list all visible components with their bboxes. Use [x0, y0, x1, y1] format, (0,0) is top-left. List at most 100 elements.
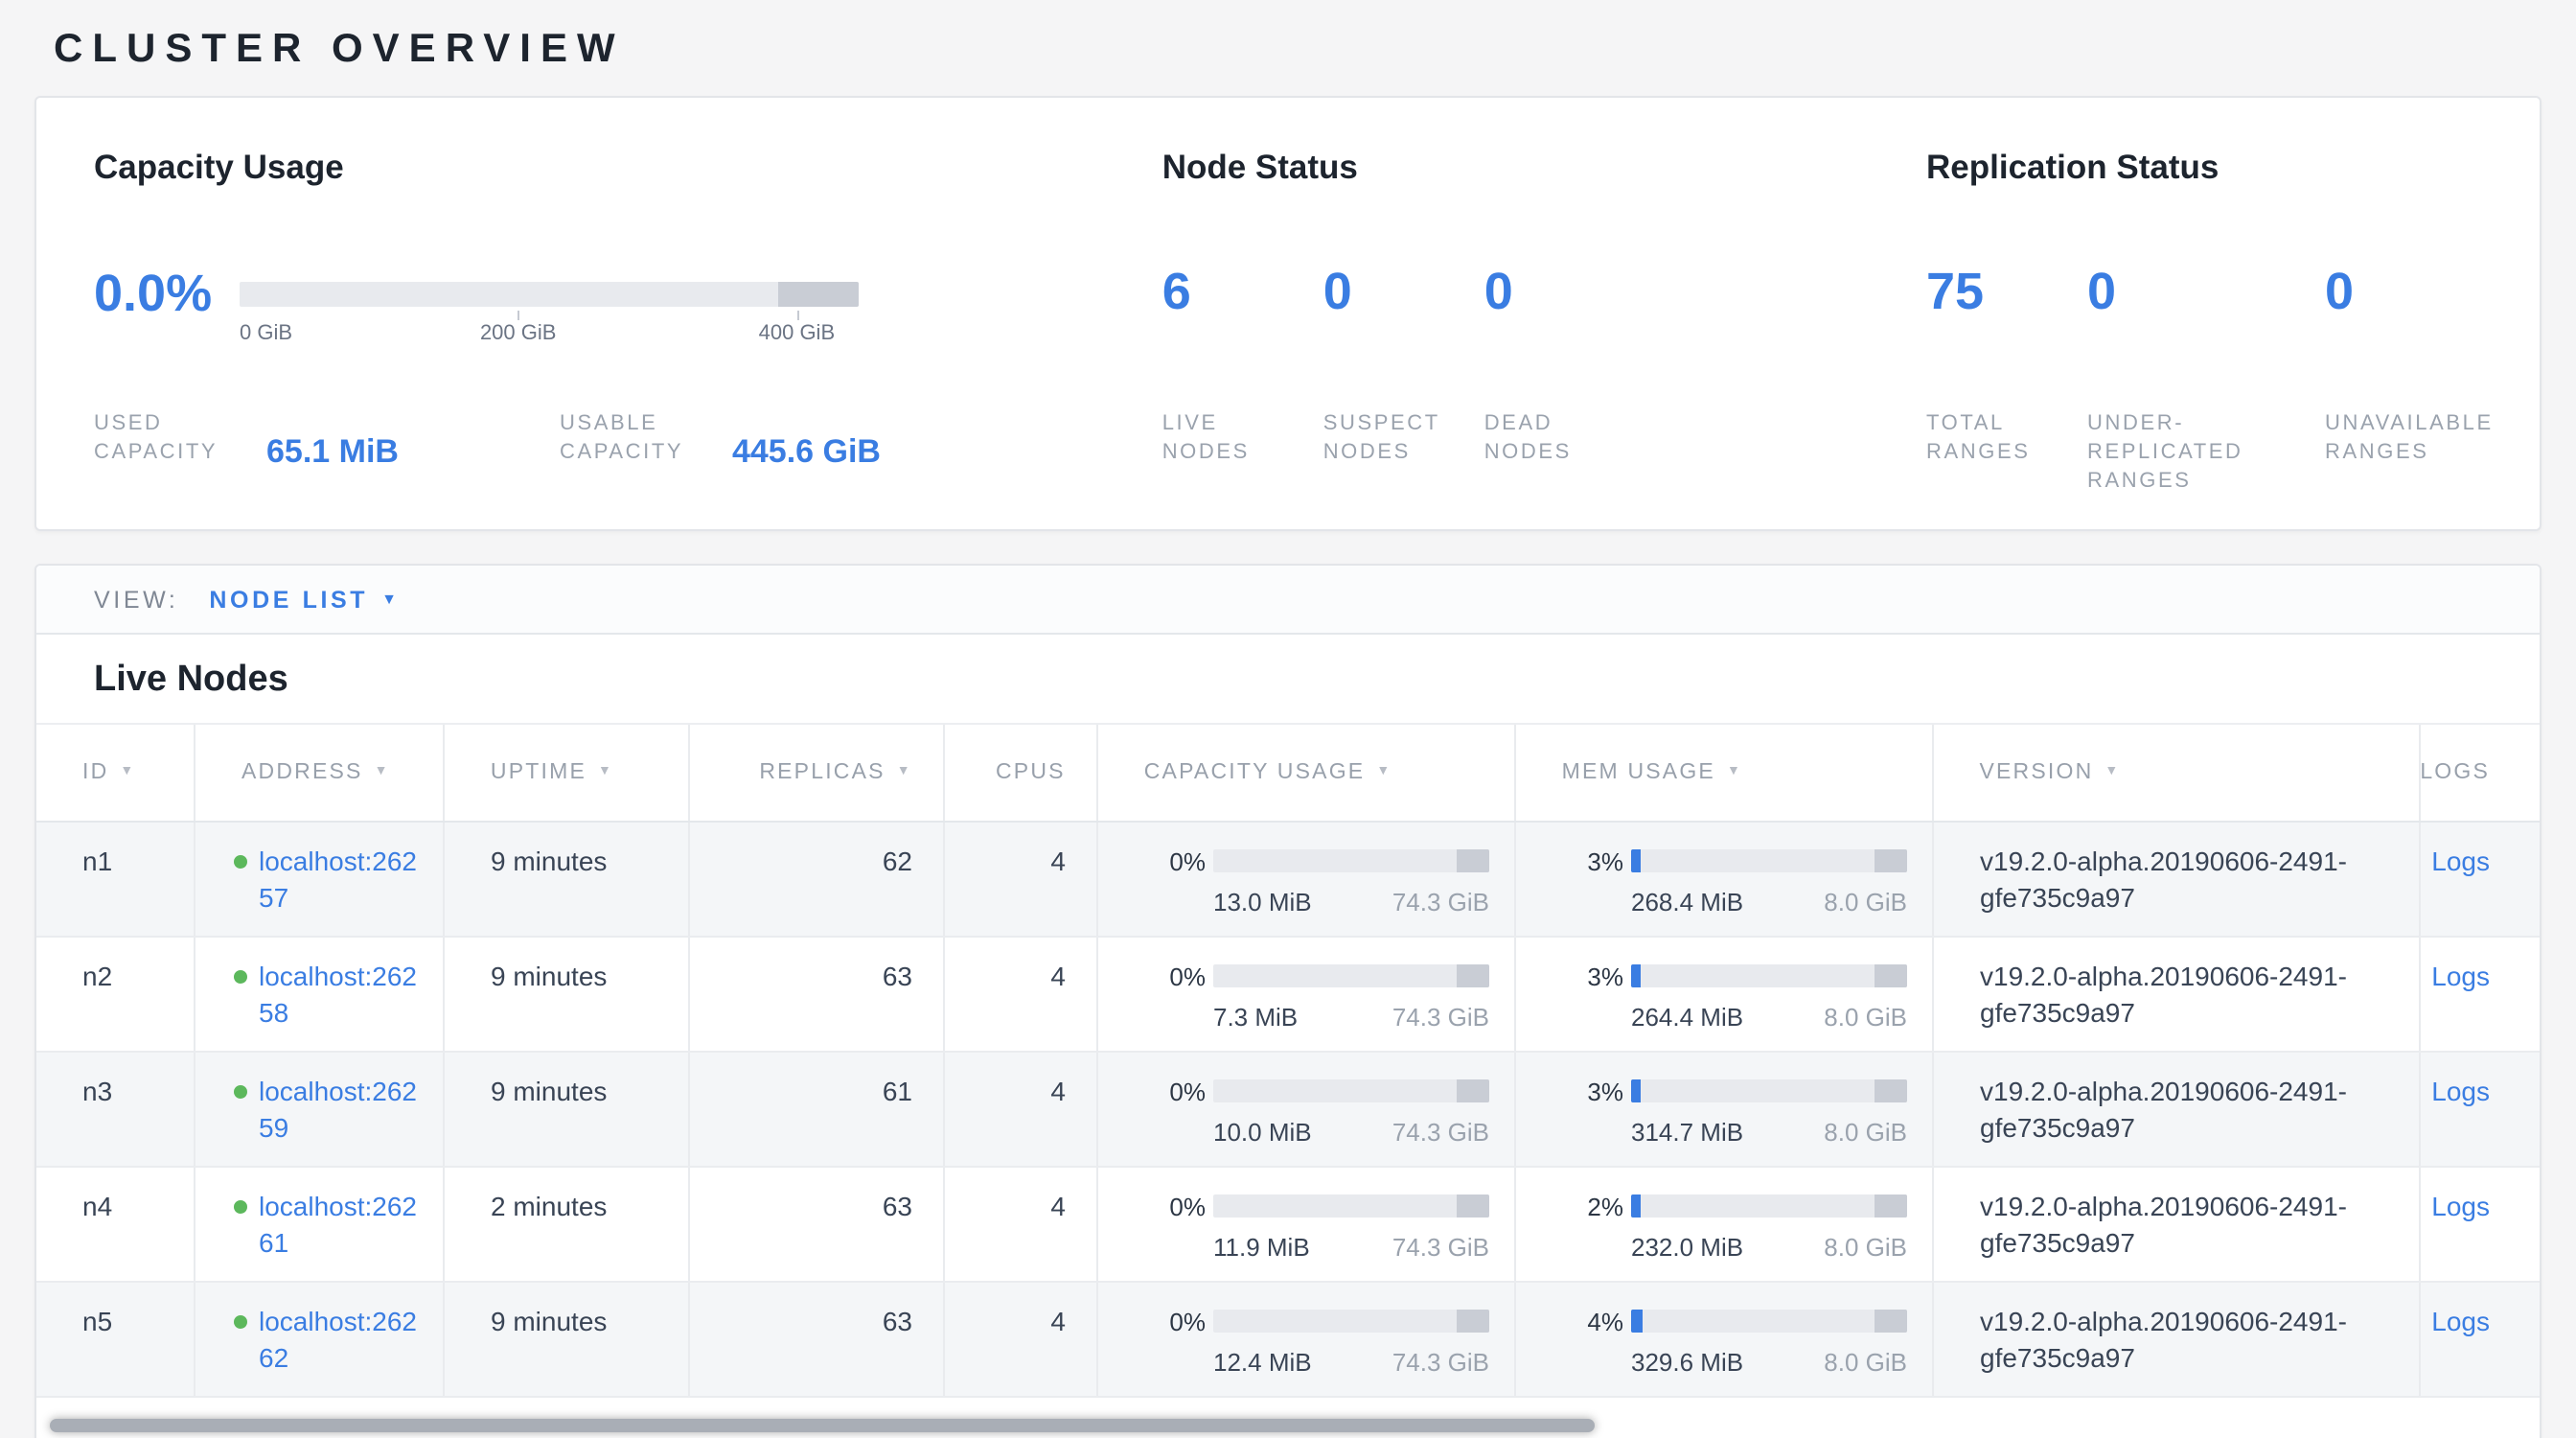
node-address-link[interactable]: localhost:26261	[259, 1189, 424, 1262]
replication-status-stats: 75TOTAL RANGES0UNDER-REPLICATED RANGES0U…	[1926, 263, 2540, 497]
cell-version: v19.2.0-alpha.20190606-2491-gfe735c9a97	[1932, 1053, 2419, 1166]
table-row: n4localhost:262612 minutes6340%11.9 MiB7…	[36, 1168, 2540, 1283]
node-address-link[interactable]: localhost:26258	[259, 959, 424, 1032]
used-capacity-stat: USED CAPACITY 65.1 MiB	[94, 410, 399, 468]
view-selector[interactable]: NODE LIST ▼	[209, 586, 400, 613]
capacity-usage-section: Capacity Usage 0.0% 0 GiB 200 GiB 400 Gi…	[94, 148, 1162, 529]
live-status-dot-icon	[234, 1085, 247, 1099]
sort-caret-icon: ▼	[375, 764, 390, 777]
column-header-id[interactable]: ID ▼	[36, 725, 194, 821]
column-header-replicas[interactable]: REPLICAS▼	[688, 725, 943, 821]
meter-percent: 0%	[1144, 843, 1206, 879]
meter-bar-row: 3%	[1562, 842, 1917, 880]
bar-reserved-segment	[1874, 849, 1907, 872]
cell-mem: 3%314.7 MiB8.0 GiB	[1514, 1053, 1932, 1166]
summary-stat-value: 0	[1484, 263, 1645, 324]
node-address-link[interactable]: localhost:26259	[259, 1074, 424, 1147]
bar-reserved-segment	[1874, 1194, 1907, 1218]
node-address-link[interactable]: localhost:26262	[259, 1304, 424, 1377]
meter-bar-row: 0%	[1144, 1187, 1499, 1225]
capacity-bar-reserved-segment	[778, 281, 859, 306]
column-header-label: ADDRESS	[242, 761, 363, 784]
column-header-label: VERSION	[1979, 761, 2093, 784]
summary-stat: 0SUSPECT NODES	[1323, 263, 1484, 468]
meter-bar-row: 0%	[1144, 1302, 1499, 1340]
sort-caret-icon: ▼	[2104, 764, 2120, 777]
cell-address: localhost:26257	[194, 823, 443, 936]
column-header-logs: LOGS	[2418, 725, 2540, 821]
view-label: VIEW:	[94, 586, 178, 613]
summary-stat: 0DEAD NODES	[1484, 263, 1645, 468]
cell-replicas: 61	[688, 1053, 943, 1166]
meter-used-value: 314.7 MiB	[1631, 1113, 1743, 1149]
horizontal-scrollbar-thumb[interactable]	[50, 1419, 1595, 1432]
summary-stat-value: 75	[1926, 263, 2087, 324]
logs-link[interactable]: Logs	[2431, 1306, 2490, 1336]
meter-used-value: 10.0 MiB	[1213, 1113, 1312, 1149]
meter-max-value: 74.3 GiB	[1392, 883, 1489, 919]
bar-used-segment	[1631, 1310, 1643, 1333]
meter-bar-row: 3%	[1562, 1072, 1917, 1110]
logs-link[interactable]: Logs	[2431, 846, 2490, 876]
meter-values-row: 12.4 MiB74.3 GiB	[1213, 1342, 1489, 1380]
cell-node-id: n1	[36, 823, 194, 936]
column-header-cpus: CPUS	[943, 725, 1096, 821]
meter-used-value: 11.9 MiB	[1213, 1228, 1310, 1264]
replication-status-section: Replication Status 75TOTAL RANGES0UNDER-…	[1926, 148, 2540, 529]
meter-used-value: 329.6 MiB	[1631, 1343, 1743, 1380]
cell-address: localhost:26262	[194, 1283, 443, 1396]
cell-mem: 3%264.4 MiB8.0 GiB	[1514, 938, 1932, 1051]
meter-max-value: 8.0 GiB	[1824, 1343, 1907, 1380]
column-header-address[interactable]: ADDRESS ▼	[194, 725, 443, 821]
cell-version: v19.2.0-alpha.20190606-2491-gfe735c9a97	[1932, 938, 2419, 1051]
address-wrap: localhost:26261	[234, 1189, 431, 1262]
capacity-used-percent: 0.0%	[94, 265, 240, 322]
meter-used-value: 12.4 MiB	[1213, 1343, 1312, 1380]
node-status-title: Node Status	[1162, 148, 1926, 190]
meter-values-row: 329.6 MiB 8.0 GiB	[1631, 1342, 1907, 1380]
meter-used-value: 268.4 MiB	[1631, 883, 1743, 919]
axis-tick-mark	[796, 310, 798, 319]
cell-logs: Logs	[2419, 823, 2540, 936]
capacity-usage-bar	[1213, 964, 1489, 987]
axis-tick-label-200: 200 GiB	[480, 321, 557, 344]
sort-caret-icon: ▼	[1376, 764, 1392, 777]
summary-stat-value: 0	[1323, 263, 1484, 324]
bar-reserved-segment	[1874, 964, 1907, 987]
live-status-dot-icon	[234, 855, 247, 869]
column-header-label: ID	[82, 761, 108, 784]
sort-caret-icon: ▼	[120, 764, 135, 777]
column-header-label: CAPACITY USAGE	[1144, 761, 1366, 784]
column-header-capacity[interactable]: CAPACITY USAGE ▼	[1096, 725, 1514, 821]
meter-max-value: 74.3 GiB	[1392, 1113, 1489, 1149]
meter-bar-row: 3%	[1562, 957, 1917, 995]
summary-stat: 75TOTAL RANGES	[1926, 263, 2087, 497]
column-header-version[interactable]: VERSION ▼	[1931, 725, 2418, 821]
meter-max-value: 8.0 GiB	[1824, 1228, 1907, 1264]
bar-used-segment	[1631, 1194, 1641, 1218]
logs-link[interactable]: Logs	[2431, 1191, 2490, 1221]
logs-link[interactable]: Logs	[2431, 961, 2490, 991]
summary-stat-label: LIVE NODES	[1162, 410, 1323, 468]
usable-capacity-label: USABLE CAPACITY	[560, 410, 709, 468]
logs-link[interactable]: Logs	[2431, 1076, 2490, 1106]
node-address-link[interactable]: localhost:26257	[259, 844, 424, 916]
meter-percent: 3%	[1562, 958, 1623, 994]
meter-values-row: 13.0 MiB74.3 GiB	[1213, 882, 1489, 920]
capacity-bar: 0 GiB 200 GiB 400 GiB	[240, 281, 859, 306]
node-status-section: Node Status 6LIVE NODES0SUSPECT NODES0DE…	[1162, 148, 1926, 529]
axis-tick-label-0: 0 GiB	[240, 321, 292, 344]
capacity-usage-bar	[1213, 849, 1489, 872]
column-header-uptime[interactable]: UPTIME▼	[443, 725, 688, 821]
column-header-mem[interactable]: MEM USAGE▼	[1514, 725, 1932, 821]
cell-mem: 4%329.6 MiB8.0 GiB	[1514, 1283, 1932, 1396]
summary-stat: 6LIVE NODES	[1162, 263, 1323, 468]
cell-replicas: 63	[688, 1283, 943, 1396]
meter-bar-row: 0%	[1144, 957, 1499, 995]
column-header-label: UPTIME	[491, 761, 586, 784]
mem-usage-bar	[1631, 1310, 1907, 1333]
table-row: n3localhost:262599 minutes6140%10.0 MiB7…	[36, 1053, 2540, 1168]
address-wrap: localhost:26259	[234, 1074, 431, 1147]
meter-percent: 3%	[1562, 843, 1623, 879]
column-header-label: LOGS	[2420, 761, 2490, 784]
